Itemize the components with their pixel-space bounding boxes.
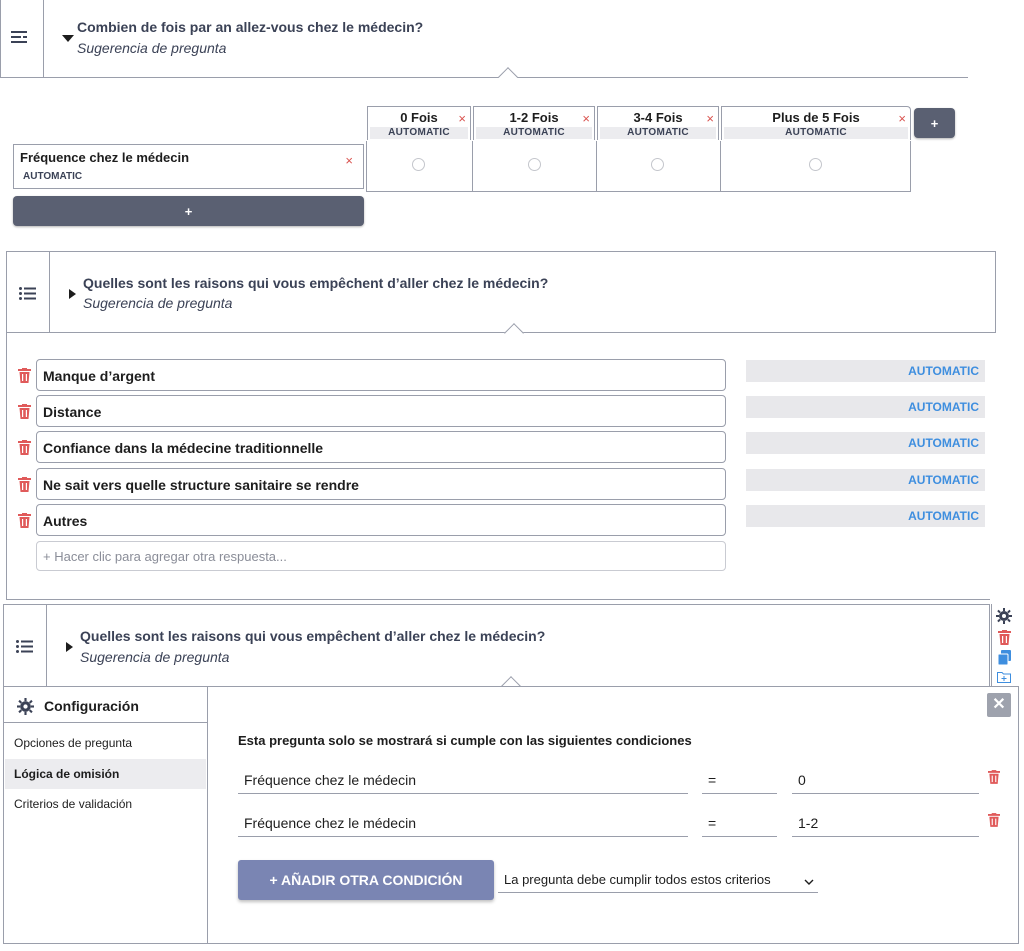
condition-operator-select[interactable]: = bbox=[702, 809, 777, 837]
answer-value-badge[interactable]: AUTOMATIC bbox=[746, 469, 985, 491]
trash-icon[interactable] bbox=[997, 629, 1011, 645]
delete-condition-icon[interactable] bbox=[987, 769, 1001, 785]
delete-answer-icon[interactable] bbox=[18, 513, 32, 529]
question-1-title[interactable]: Combien de fois par an allez-vous chez l… bbox=[77, 19, 423, 35]
condition-question-select[interactable]: Fréquence chez le médecin bbox=[238, 766, 688, 794]
divider bbox=[43, 0, 44, 77]
expand-caret-icon[interactable] bbox=[69, 289, 76, 299]
condition-value-input[interactable]: 0 bbox=[792, 766, 979, 794]
gear-icon[interactable] bbox=[996, 608, 1012, 624]
remove-column-icon[interactable]: × bbox=[582, 112, 590, 125]
divider bbox=[207, 687, 208, 943]
matrix-radio[interactable] bbox=[528, 158, 541, 171]
divider bbox=[6, 599, 990, 600]
matrix-radio[interactable] bbox=[412, 158, 425, 171]
question-1-hint[interactable]: Sugerencia de pregunta bbox=[77, 40, 226, 56]
matrix-radio[interactable] bbox=[651, 158, 664, 171]
row-header[interactable]: Fréquence chez le médecin × AUTOMATIC bbox=[13, 144, 364, 189]
column-badge: AUTOMATIC bbox=[370, 127, 468, 139]
answer-option-input[interactable]: Manque d’argent bbox=[36, 359, 726, 391]
matrix-grid bbox=[366, 141, 911, 192]
delete-answer-icon[interactable] bbox=[18, 477, 32, 493]
column-badge: AUTOMATIC bbox=[724, 127, 908, 139]
column-badge: AUTOMATIC bbox=[476, 127, 592, 139]
remove-column-icon[interactable]: × bbox=[458, 112, 466, 125]
divider bbox=[49, 252, 50, 332]
answer-option-input[interactable]: Autres bbox=[36, 504, 726, 536]
settings-tab-options[interactable]: Opciones de pregunta bbox=[5, 728, 206, 758]
list-icon[interactable] bbox=[18, 286, 36, 300]
column-header-0[interactable]: 0 Fois × AUTOMATIC bbox=[367, 106, 471, 140]
condition-operator-select[interactable]: = bbox=[702, 766, 777, 794]
column-header-3[interactable]: Plus de 5 Fois × AUTOMATIC bbox=[721, 106, 911, 140]
match-criteria-select[interactable]: La pregunta debe cumplir todos estos cri… bbox=[498, 865, 818, 893]
divider bbox=[472, 141, 473, 192]
duplicate-icon[interactable] bbox=[997, 649, 1011, 665]
settings-title: Configuración bbox=[44, 698, 139, 714]
add-condition-button[interactable]: + AÑADIR OTRA CONDICIÓN bbox=[238, 860, 494, 900]
question-2-hint[interactable]: Sugerencia de pregunta bbox=[83, 295, 232, 311]
question-3-hint[interactable]: Sugerencia de pregunta bbox=[80, 649, 229, 665]
settings-tab-skip-logic[interactable]: Lógica de omisión bbox=[5, 759, 206, 789]
answer-value-badge[interactable]: AUTOMATIC bbox=[746, 396, 985, 418]
delete-condition-icon[interactable] bbox=[987, 812, 1001, 828]
divider bbox=[720, 141, 721, 192]
expand-caret-icon[interactable] bbox=[66, 642, 73, 652]
column-label[interactable]: Plus de 5 Fois bbox=[722, 110, 910, 125]
column-label[interactable]: 3-4 Fois bbox=[598, 110, 718, 125]
delete-answer-icon[interactable] bbox=[18, 440, 32, 456]
add-to-library-icon[interactable] bbox=[997, 670, 1011, 683]
question-3-title[interactable]: Quelles sont les raisons qui vous empêch… bbox=[80, 628, 545, 644]
close-button[interactable]: ✕ bbox=[987, 693, 1011, 717]
column-header-2[interactable]: 3-4 Fois × AUTOMATIC bbox=[597, 106, 719, 140]
answer-value-badge[interactable]: AUTOMATIC bbox=[746, 432, 985, 454]
column-label[interactable]: 1-2 Fois bbox=[474, 110, 594, 125]
column-header-1[interactable]: 1-2 Fois × AUTOMATIC bbox=[473, 106, 595, 140]
answer-value-badge[interactable]: AUTOMATIC bbox=[746, 505, 985, 527]
add-column-button[interactable]: + bbox=[914, 108, 955, 138]
delete-answer-icon[interactable] bbox=[18, 404, 32, 420]
column-label[interactable]: 0 Fois bbox=[368, 110, 470, 125]
answer-value-badge[interactable]: AUTOMATIC bbox=[746, 360, 985, 382]
row-badge: AUTOMATIC bbox=[23, 171, 83, 182]
question-2-title[interactable]: Quelles sont les raisons qui vous empêch… bbox=[83, 275, 548, 291]
answer-option-input[interactable]: Distance bbox=[36, 395, 726, 427]
divider bbox=[46, 605, 47, 686]
row-label[interactable]: Fréquence chez le médecin bbox=[20, 150, 189, 165]
list-icon[interactable] bbox=[15, 639, 33, 653]
condition-question-select[interactable]: Fréquence chez le médecin bbox=[238, 809, 688, 837]
divider bbox=[6, 332, 7, 600]
divider bbox=[596, 141, 597, 192]
divider bbox=[4, 722, 207, 723]
delete-answer-icon[interactable] bbox=[18, 368, 32, 384]
question-2-header bbox=[6, 251, 996, 333]
column-badge: AUTOMATIC bbox=[600, 127, 716, 139]
remove-row-icon[interactable]: × bbox=[345, 154, 353, 167]
question-1-card bbox=[0, 0, 968, 78]
settings-tab-validation[interactable]: Criterios de validación bbox=[5, 789, 206, 819]
add-answer-input[interactable]: + Hacer clic para agregar otra respuesta… bbox=[36, 541, 726, 571]
condition-value-input[interactable]: 1-2 bbox=[792, 809, 979, 837]
chevron-down-icon bbox=[804, 874, 814, 889]
gear-icon bbox=[16, 697, 34, 715]
conditions-heading: Esta pregunta solo se mostrará si cumple… bbox=[238, 733, 692, 748]
answer-option-input[interactable]: Confiance dans la médecine traditionnell… bbox=[36, 431, 726, 463]
remove-column-icon[interactable]: × bbox=[706, 112, 714, 125]
match-criteria-value: La pregunta debe cumplir todos estos cri… bbox=[504, 872, 771, 887]
question-3-header bbox=[3, 604, 990, 687]
collapse-caret-icon[interactable] bbox=[62, 35, 74, 42]
list-settings-icon[interactable] bbox=[10, 29, 28, 45]
answer-option-input[interactable]: Ne sait vers quelle structure sanitaire … bbox=[36, 468, 726, 500]
matrix-radio[interactable] bbox=[809, 158, 822, 171]
remove-column-icon[interactable]: × bbox=[898, 112, 906, 125]
add-row-button[interactable]: + bbox=[13, 196, 364, 226]
